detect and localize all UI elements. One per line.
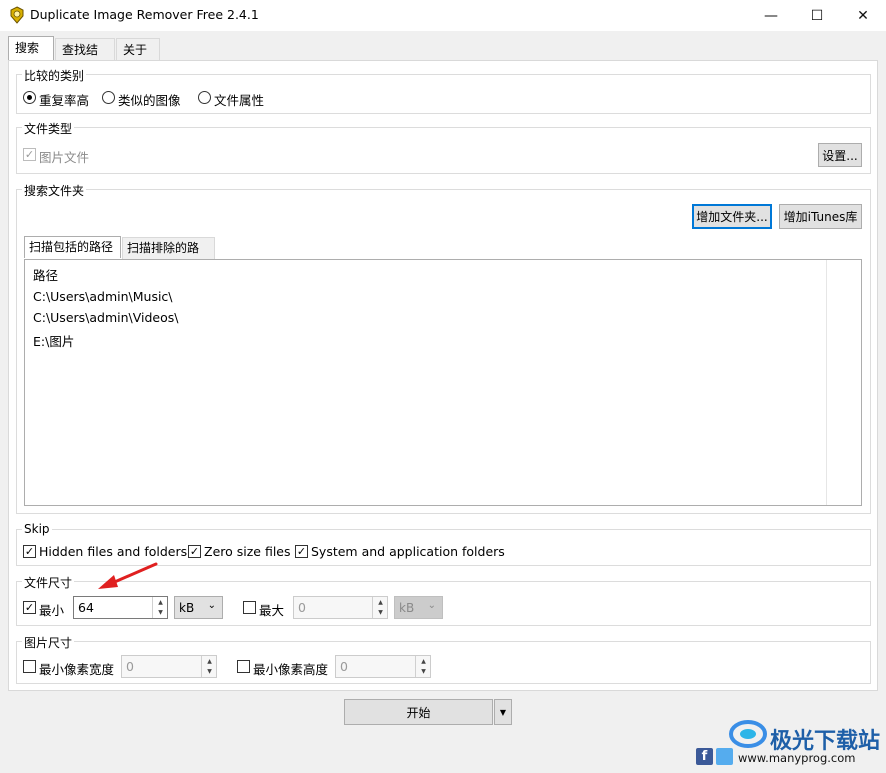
min-width-stepper[interactable]: 0 ▲ ▼ [121, 655, 217, 678]
close-button[interactable]: ✕ [840, 0, 886, 31]
min-height-label: 最小像素高度 [253, 662, 329, 677]
skip-system-label: System and application folders [311, 544, 505, 559]
maximize-button[interactable]: ☐ [794, 0, 840, 31]
annotation-arrow-icon [98, 562, 158, 589]
minimize-icon: — [764, 7, 778, 24]
path-column-header: 路径 [33, 268, 59, 283]
spin-up-icon[interactable]: ▲ [373, 597, 388, 608]
file-type-group [16, 127, 871, 174]
skip-hidden-checkbox[interactable]: ✓ [23, 545, 36, 558]
min-size-stepper[interactable]: 64 ▲ ▼ [73, 596, 168, 619]
max-size-unit-select[interactable]: kB ⌄ [394, 596, 443, 619]
min-width-spin-buttons[interactable]: ▲ ▼ [201, 656, 216, 677]
chevron-down-icon: ⌄ [207, 600, 216, 611]
skip-hidden-label: Hidden files and folders [39, 544, 188, 559]
spin-down-icon[interactable]: ▼ [373, 608, 388, 619]
image-files-label: 图片文件 [39, 150, 90, 165]
min-width-value: 0 [126, 659, 134, 674]
min-height-stepper[interactable]: 0 ▲ ▼ [335, 655, 431, 678]
min-size-label: 最小 [39, 603, 65, 618]
skip-zero-label: Zero size files [204, 544, 291, 559]
min-size-unit-select[interactable]: kB ⌄ [174, 596, 223, 619]
check-icon: ✓ [189, 545, 200, 558]
tab-results[interactable]: 查找结果 [55, 38, 115, 75]
start-button[interactable]: 开始 [344, 699, 493, 725]
max-size-label: 最大 [259, 603, 285, 618]
path-list-scroll-divider [826, 260, 827, 505]
min-height-value: 0 [340, 659, 348, 674]
spin-up-icon[interactable]: ▲ [202, 656, 217, 667]
radio-exact-label: 重复率高 [39, 93, 90, 108]
check-icon: ✓ [24, 601, 35, 614]
max-size-spin-buttons[interactable]: ▲ ▼ [372, 597, 387, 618]
spin-down-icon[interactable]: ▼ [416, 667, 431, 678]
skip-zero-checkbox[interactable]: ✓ [188, 545, 201, 558]
tab-about[interactable]: 关于 [116, 38, 160, 60]
skip-system-checkbox[interactable]: ✓ [295, 545, 308, 558]
image-size-label: 图片尺寸 [22, 634, 75, 651]
max-size-stepper[interactable]: 0 ▲ ▼ [293, 596, 388, 619]
list-item[interactable]: C:\Users\admin\Videos\ [33, 310, 179, 325]
spin-up-icon[interactable]: ▲ [153, 597, 168, 608]
radio-attributes[interactable] [198, 91, 211, 104]
radio-attributes-label: 文件属性 [214, 93, 265, 108]
start-dropdown-button[interactable]: ▼ [494, 699, 512, 725]
check-icon: ✓ [296, 545, 307, 558]
min-height-checkbox[interactable] [237, 660, 250, 673]
tab-search[interactable]: 搜索 [8, 36, 54, 61]
image-files-checkbox[interactable]: ✓ [23, 148, 36, 161]
add-itunes-button[interactable]: 增加iTunes库 [779, 204, 862, 229]
chevron-down-icon: ⌄ [427, 600, 436, 611]
search-folders-label: 搜索文件夹 [22, 182, 87, 199]
min-size-unit: kB [179, 600, 195, 615]
tab-exclude-paths[interactable]: 扫描排除的路径 [122, 237, 215, 275]
spin-up-icon[interactable]: ▲ [416, 656, 431, 667]
watermark-logo-icon [729, 720, 767, 748]
caret-down-icon: ▼ [499, 707, 507, 717]
minimize-button[interactable]: — [748, 0, 794, 31]
spin-down-icon[interactable]: ▼ [153, 608, 168, 619]
close-icon: ✕ [857, 7, 869, 24]
min-width-label: 最小像素宽度 [39, 662, 115, 677]
min-width-checkbox[interactable] [23, 660, 36, 673]
max-size-unit: kB [399, 600, 415, 615]
max-size-checkbox[interactable] [243, 601, 256, 614]
window-title: Duplicate Image Remover Free 2.4.1 [30, 7, 259, 22]
radio-similar-label: 类似的图像 [118, 93, 181, 108]
radio-exact[interactable] [23, 91, 36, 104]
file-type-label: 文件类型 [22, 120, 75, 137]
check-icon: ✓ [24, 148, 35, 161]
watermark-url: www.manyprog.com [738, 751, 856, 765]
min-size-spin-buttons[interactable]: ▲ ▼ [152, 597, 167, 618]
max-size-value: 0 [298, 600, 306, 615]
radio-similar[interactable] [102, 91, 115, 104]
compare-type-label: 比较的类别 [22, 67, 87, 84]
settings-button[interactable]: 设置... [818, 143, 862, 167]
min-size-checkbox[interactable]: ✓ [23, 601, 36, 614]
skip-label: Skip [22, 522, 52, 536]
list-item[interactable]: C:\Users\admin\Music\ [33, 289, 173, 304]
tab-include-paths[interactable]: 扫描包括的路径 [24, 236, 121, 258]
spin-down-icon[interactable]: ▼ [202, 667, 217, 678]
min-size-value: 64 [78, 600, 94, 615]
app-logo-icon [10, 6, 24, 24]
min-height-spin-buttons[interactable]: ▲ ▼ [415, 656, 430, 677]
check-icon: ✓ [24, 545, 35, 558]
list-item[interactable]: E:\图片 [33, 331, 74, 350]
file-size-label: 文件尺寸 [22, 574, 75, 591]
maximize-icon: ☐ [810, 7, 824, 24]
facebook-icon[interactable]: f [696, 748, 713, 765]
add-folder-button[interactable]: 增加文件夹... [692, 204, 772, 229]
